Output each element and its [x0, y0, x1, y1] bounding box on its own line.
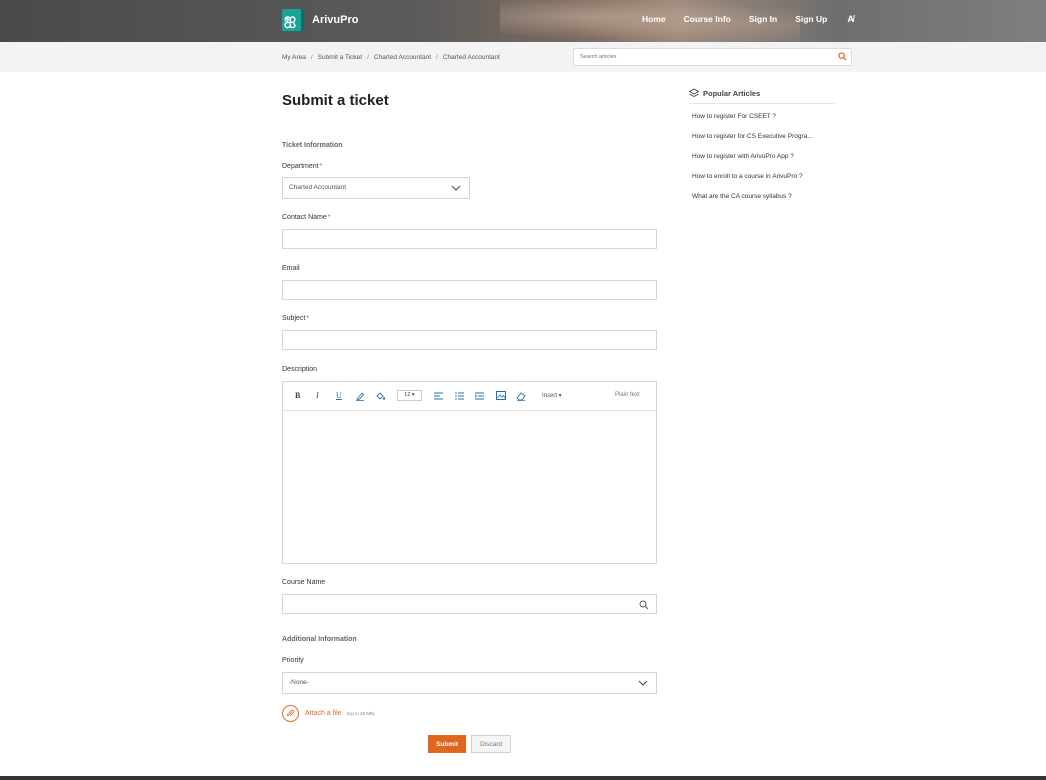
attach-file-link[interactable]: Attach a file [305, 710, 342, 717]
brand-name: ArivuPro [312, 14, 359, 26]
priority-label: Priority [282, 657, 304, 664]
popular-articles-header: Popular Articles [689, 88, 835, 104]
required-mark: * [319, 163, 323, 170]
article-link[interactable]: How to register with ArivuPro App ? [692, 153, 834, 173]
font-size-select[interactable]: 12 ▾ [397, 390, 422, 401]
editor-toolbar: B I U 12 ▾ Insert ▾ Plain text [283, 382, 656, 411]
clear-format-icon[interactable] [516, 391, 526, 401]
breadcrumb-submit-ticket[interactable]: Submit a Ticket [318, 54, 362, 61]
description-editor: B I U 12 ▾ Insert ▾ Plain text [282, 381, 657, 564]
article-link[interactable]: How to enroll to a course in ArivuPro ? [692, 173, 834, 193]
department-select[interactable]: Charted Accountant [282, 177, 470, 199]
popular-articles: Popular Articles How to register For CSE… [689, 88, 835, 213]
language-icon[interactable]: A̸ [847, 14, 854, 24]
breadcrumb-bar: My Area / Submit a Ticket / Charted Acco… [0, 42, 1046, 72]
chevron-down-icon [451, 185, 461, 191]
plain-text-toggle[interactable]: Plain text [615, 392, 640, 398]
bold-button[interactable]: B [295, 391, 300, 401]
article-list: How to register For CSEET ? How to regis… [692, 113, 835, 213]
site-header: ஐ ArivuPro Home Course Info Sign In Sign… [0, 0, 1046, 42]
breadcrumb-department[interactable]: Charted Accountant [374, 54, 431, 61]
email-field[interactable] [282, 280, 657, 300]
priority-value: -None- [289, 679, 309, 686]
main-nav: Home Course Info Sign In Sign Up A̸ [642, 14, 854, 24]
nav-sign-up[interactable]: Sign Up [795, 14, 827, 24]
discard-button[interactable]: Discard [471, 735, 511, 753]
indent-icon[interactable] [475, 392, 484, 400]
italic-button[interactable]: I [316, 391, 319, 401]
breadcrumb-separator: / [367, 54, 369, 61]
underline-button[interactable]: U [336, 391, 342, 401]
breadcrumb-separator: / [436, 54, 438, 61]
highlight-color-icon[interactable] [375, 391, 386, 401]
article-link[interactable]: How to register for CS Executive Progra.… [692, 133, 834, 153]
additional-info-heading: Additional Information [282, 636, 357, 643]
popular-articles-title: Popular Articles [703, 88, 761, 98]
search-icon[interactable] [639, 600, 649, 610]
department-label: Department* [282, 163, 323, 170]
breadcrumb-separator: / [310, 54, 313, 61]
contact-name-label: Contact Name* [282, 214, 331, 221]
required-mark: * [306, 315, 310, 322]
chevron-down-icon [638, 680, 648, 686]
contact-name-field[interactable] [282, 229, 657, 249]
align-left-icon[interactable] [434, 392, 443, 400]
breadcrumb: My Area / Submit a Ticket / Charted Acco… [282, 54, 500, 61]
article-link[interactable]: How to register For CSEET ? [692, 113, 834, 133]
page-title: Submit a ticket [282, 92, 389, 109]
priority-select[interactable]: -None- [282, 672, 657, 694]
required-mark: * [327, 214, 331, 221]
editor-body[interactable] [283, 411, 656, 561]
subject-label: Subject* [282, 315, 310, 322]
breadcrumb-current: Charted Accountant [442, 54, 500, 61]
submit-button[interactable]: Submit [428, 735, 466, 753]
article-search [573, 48, 852, 66]
attach-size-limit: (Up to 20 MB) [346, 711, 375, 716]
bullet-list-icon[interactable] [455, 392, 464, 400]
site-logo[interactable]: ஐ ArivuPro [282, 9, 358, 31]
description-label: Description [282, 366, 318, 373]
search-input[interactable] [574, 49, 824, 65]
layers-icon [689, 88, 699, 98]
course-name-field[interactable] [282, 594, 657, 614]
logo-icon: ஐ [282, 9, 304, 31]
department-value: Charted Accountant [289, 184, 347, 191]
nav-home[interactable]: Home [642, 14, 666, 24]
insert-menu[interactable]: Insert ▾ [542, 392, 562, 399]
breadcrumb-my-area[interactable]: My Area [282, 54, 306, 61]
article-link[interactable]: What are the CA course syllabus ? [692, 193, 834, 213]
nav-course-info[interactable]: Course Info [684, 14, 731, 24]
course-name-label: Course Name [282, 579, 326, 586]
ticket-info-heading: Ticket Information [282, 142, 343, 149]
attach-file[interactable]: Attach a file (Up to 20 MB) [282, 705, 375, 722]
font-color-icon[interactable] [355, 391, 365, 401]
subject-field[interactable] [282, 330, 657, 350]
nav-sign-in[interactable]: Sign In [749, 14, 777, 24]
page-bottom-border [0, 776, 1046, 780]
paperclip-icon[interactable] [282, 705, 299, 722]
email-label: Email [282, 265, 300, 272]
search-icon[interactable] [838, 52, 847, 61]
insert-image-icon[interactable] [496, 391, 506, 400]
